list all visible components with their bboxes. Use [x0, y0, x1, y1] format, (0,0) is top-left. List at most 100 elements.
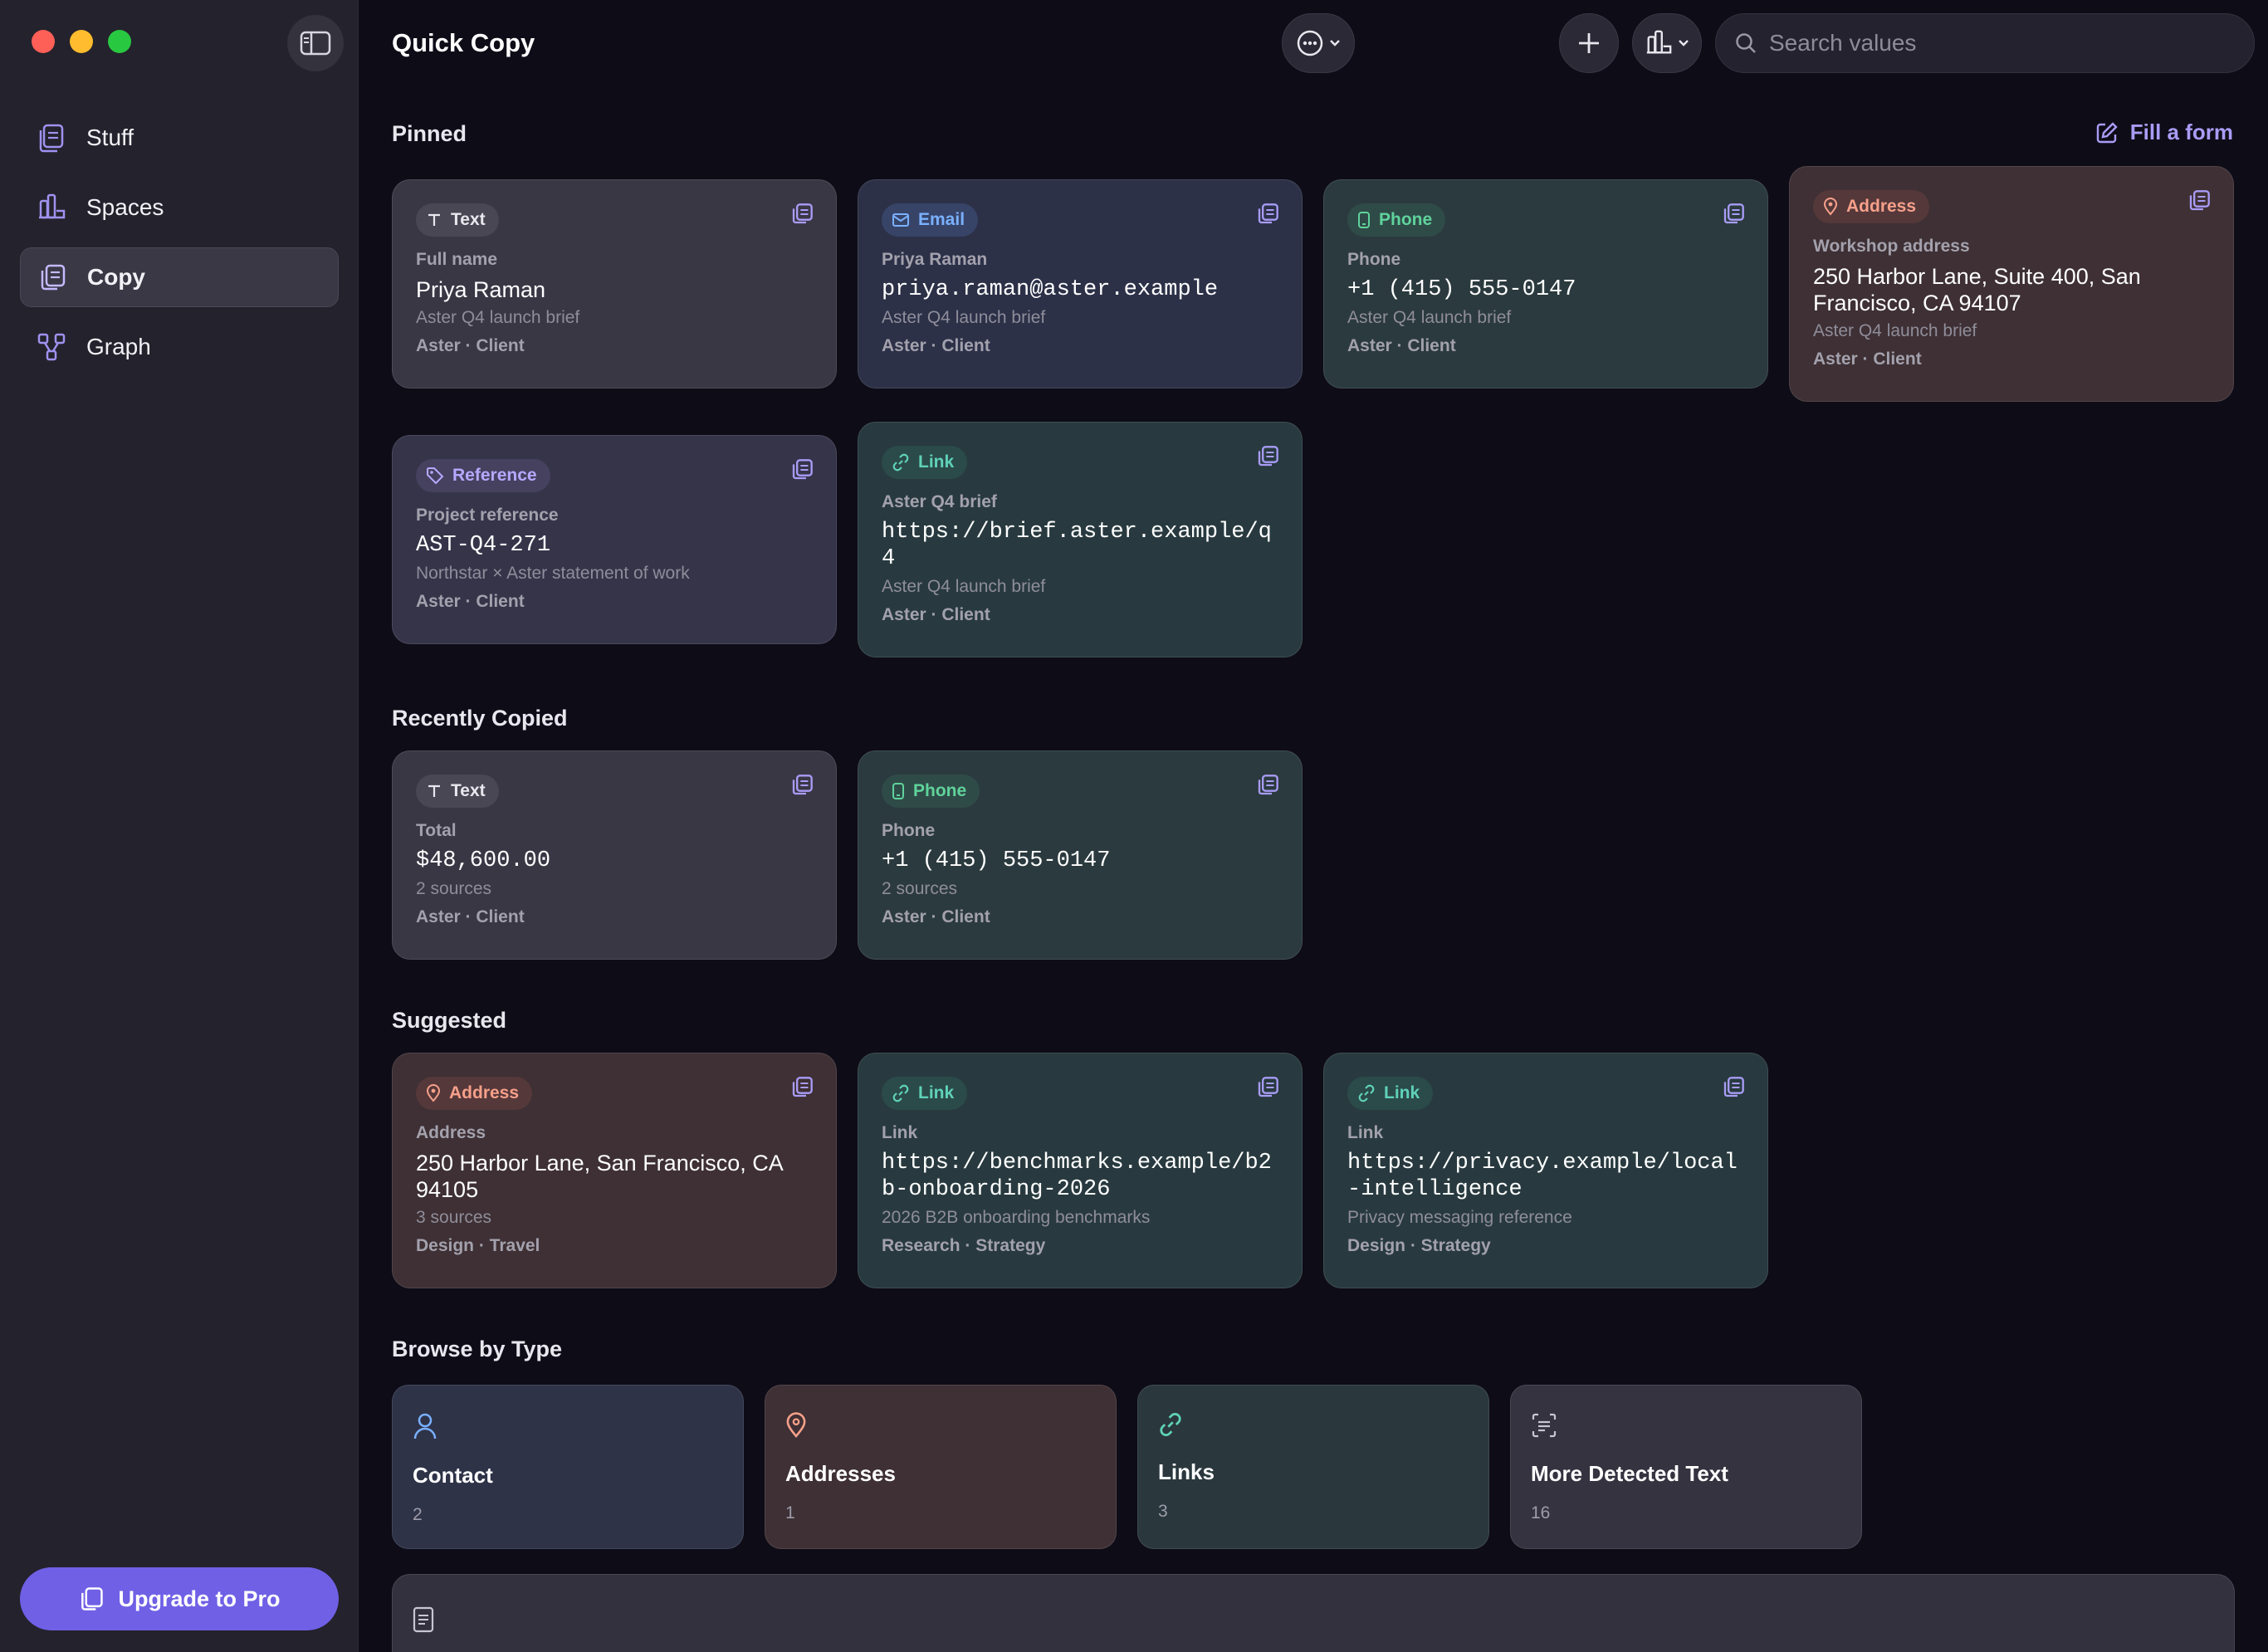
link-icon — [892, 1084, 909, 1102]
sidebar-nav: Stuff Spaces Copy Graph — [20, 108, 339, 387]
type-card-contact[interactable]: Contact 2 — [392, 1385, 744, 1549]
copy-icon[interactable] — [789, 202, 814, 227]
copy-icon[interactable] — [1255, 202, 1280, 227]
type-count: 2 — [413, 1505, 423, 1524]
type-name: Links — [1158, 1459, 1215, 1484]
copy-icon[interactable] — [789, 773, 814, 798]
recent-card-total[interactable]: Text Total $48,600.00 2 sources Aster · … — [392, 750, 837, 960]
chevron-down-icon — [1330, 40, 1340, 46]
card-value: https://privacy.example/local-intelligen… — [1347, 1151, 1738, 1202]
card-label: Aster Q4 brief — [882, 492, 997, 511]
pinned-card-phone[interactable]: Phone Phone +1 (415) 555-0147 Aster Q4 l… — [1323, 179, 1768, 389]
copy-icon[interactable] — [1255, 773, 1280, 798]
type-badge: Link — [882, 1077, 968, 1110]
card-value: Priya Raman — [416, 277, 546, 302]
card-label: Workshop address — [1813, 237, 1970, 256]
card-label: Full name — [416, 250, 498, 269]
copy-icon[interactable] — [789, 457, 814, 482]
card-meta: Aster · Client — [882, 336, 990, 355]
stack-icon — [39, 124, 64, 153]
type-badge: Text — [416, 203, 499, 237]
upgrade-label: Upgrade to Pro — [118, 1586, 281, 1611]
copy-icon[interactable] — [1721, 1075, 1746, 1100]
upgrade-button[interactable]: Upgrade to Pro — [20, 1567, 339, 1630]
sidebar-toggle-button[interactable] — [287, 15, 344, 71]
card-source: 2 sources — [416, 879, 492, 898]
copy-icon[interactable] — [1255, 1075, 1280, 1100]
sidebar-item-label: Copy — [87, 264, 145, 290]
spaces-menu-button[interactable] — [1632, 13, 1702, 73]
zoom-window-button[interactable] — [108, 30, 131, 53]
type-count: 3 — [1158, 1502, 1168, 1521]
ellipsis-circle-icon — [1297, 30, 1323, 56]
type-badge: Link — [1347, 1077, 1434, 1110]
card-label: Total — [416, 821, 457, 840]
copy-icon[interactable] — [789, 1075, 814, 1100]
section-title-suggested: Suggested — [392, 1008, 507, 1033]
card-source: Aster Q4 launch brief — [416, 308, 580, 327]
type-badge: Address — [1813, 190, 1930, 223]
card-source: Aster Q4 launch brief — [882, 308, 1046, 327]
sidebar-item-graph[interactable]: Graph — [20, 317, 339, 377]
sidebar-item-label: Spaces — [86, 194, 164, 220]
card-source: Privacy messaging reference — [1347, 1208, 1572, 1227]
suggested-card-link-privacy[interactable]: Link Link https://privacy.example/local-… — [1323, 1053, 1768, 1288]
card-meta: Aster · Client — [882, 907, 990, 926]
tag-icon — [427, 467, 444, 485]
type-card-addresses[interactable]: Addresses 1 — [765, 1385, 1117, 1549]
pinned-card-full-name[interactable]: Text Full name Priya Raman Aster Q4 laun… — [392, 179, 837, 389]
card-label: Link — [882, 1123, 918, 1142]
type-badge: Reference — [416, 459, 550, 492]
card-meta: Design · Travel — [416, 1236, 540, 1255]
sidebar-item-label: Stuff — [86, 125, 134, 150]
type-card-more-detected-text[interactable]: More Detected Text 16 — [1510, 1385, 1862, 1549]
type-card-links[interactable]: Links 3 — [1137, 1385, 1489, 1549]
card-meta: Aster · Client — [416, 907, 525, 926]
search-input[interactable] — [1769, 30, 2234, 56]
copy-icon[interactable] — [1721, 202, 1746, 227]
type-name: More Detected Text — [1531, 1461, 1728, 1486]
card-label: Phone — [1347, 250, 1401, 269]
sidebar-item-stuff[interactable]: Stuff — [20, 108, 339, 168]
map-pin-icon — [426, 1084, 441, 1102]
card-value: priya.raman@aster.example — [882, 277, 1219, 302]
card-label: Link — [1347, 1123, 1384, 1142]
suggested-card-address[interactable]: Address Address 250 Harbor Lane, San Fra… — [392, 1053, 837, 1288]
card-meta: Design · Strategy — [1347, 1236, 1491, 1255]
close-window-button[interactable] — [32, 30, 55, 53]
search-bar — [1715, 13, 2255, 73]
card-value: AST-Q4-271 — [416, 533, 551, 558]
fill-form-button[interactable]: Fill a form — [2095, 120, 2233, 145]
sidebar-item-copy[interactable]: Copy — [20, 247, 339, 307]
suggested-card-link-benchmarks[interactable]: Link Link https://benchmarks.example/b2b… — [858, 1053, 1303, 1288]
copy-icon — [41, 264, 66, 291]
recent-card-phone[interactable]: Phone Phone +1 (415) 555-0147 2 sources … — [858, 750, 1303, 960]
phone-icon — [892, 783, 904, 799]
minimize-window-button[interactable] — [70, 30, 93, 53]
pinned-card-address[interactable]: Address Workshop address 250 Harbor Lane… — [1789, 166, 2234, 402]
card-value: 250 Harbor Lane, San Francisco, CA 94105 — [416, 1151, 783, 1202]
sidebar-item-spaces[interactable]: Spaces — [20, 178, 339, 237]
bottom-document-panel[interactable] — [392, 1574, 2235, 1652]
copy-icon[interactable] — [1255, 444, 1280, 469]
search-icon — [1736, 33, 1756, 53]
fill-form-label: Fill a form — [2129, 120, 2233, 144]
more-options-button[interactable] — [1282, 13, 1355, 73]
card-meta: Aster · Client — [1813, 349, 1922, 369]
edit-icon — [2096, 121, 2118, 143]
pinned-card-reference[interactable]: Reference Project reference AST-Q4-271 N… — [392, 435, 837, 644]
main-content: Quick Copy Pinned Fill a form Text Full … — [359, 0, 2268, 1652]
pinned-card-link[interactable]: Link Aster Q4 brief https://brief.aster.… — [858, 422, 1303, 657]
type-name: Addresses — [785, 1461, 896, 1486]
card-label: Priya Raman — [882, 250, 988, 269]
text-scan-icon — [1532, 1413, 1557, 1438]
add-button[interactable] — [1559, 13, 1619, 73]
card-meta: Aster · Client — [882, 605, 990, 624]
pinned-card-email[interactable]: Email Priya Raman priya.raman@aster.exam… — [858, 179, 1303, 389]
type-badge: Email — [882, 203, 979, 237]
spaces-icon — [1646, 30, 1672, 54]
card-source: 3 sources — [416, 1208, 492, 1227]
card-meta: Aster · Client — [416, 592, 525, 611]
section-title-browse: Browse by Type — [392, 1337, 563, 1361]
copy-icon[interactable] — [2187, 188, 2212, 213]
